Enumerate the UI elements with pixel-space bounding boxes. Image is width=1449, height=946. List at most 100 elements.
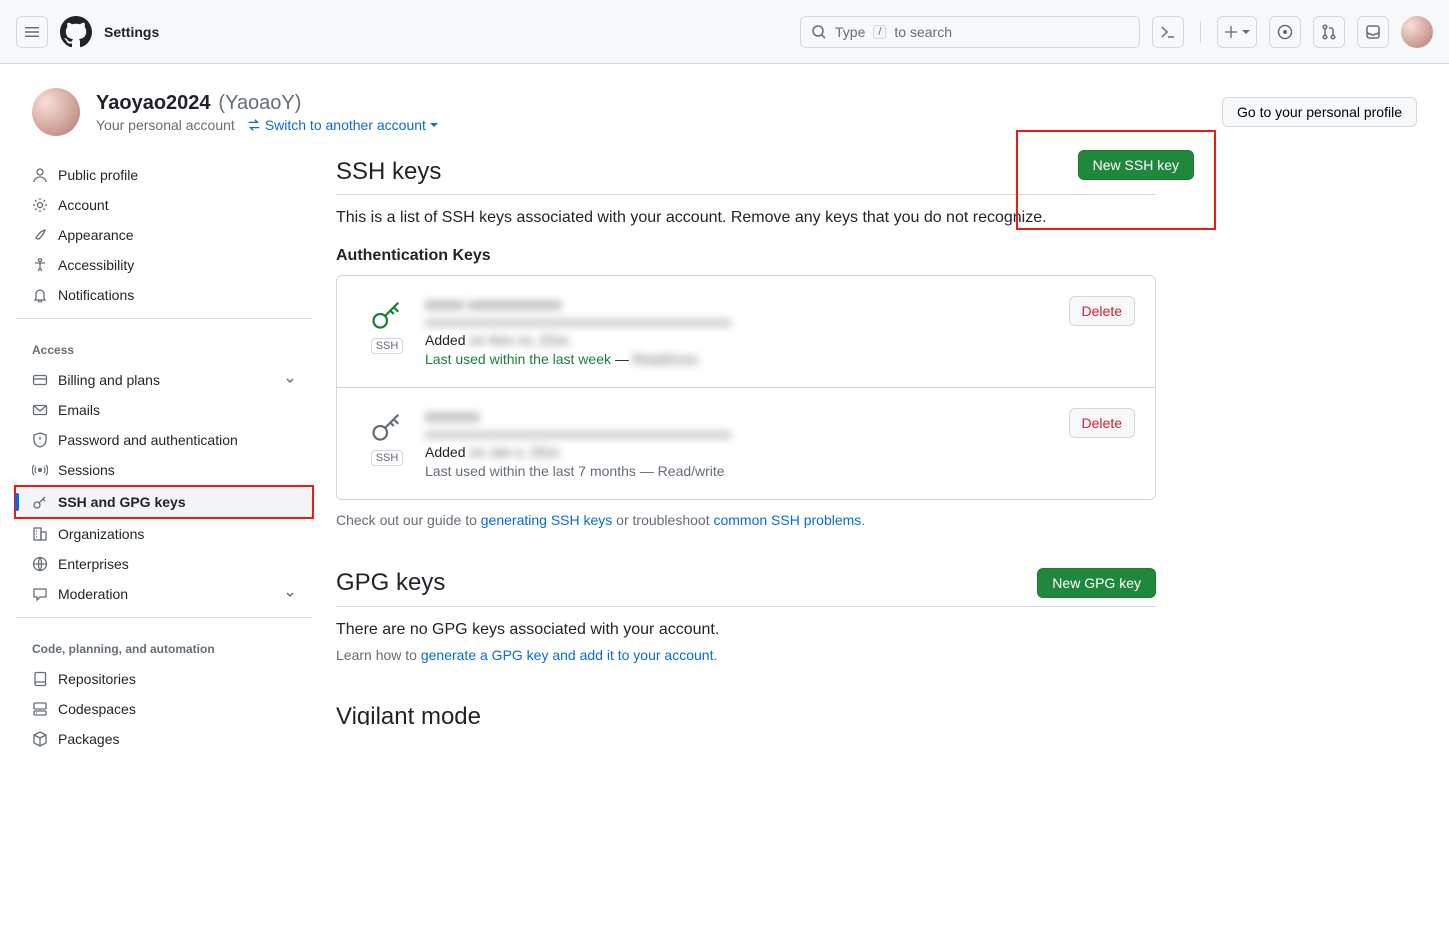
user-avatar[interactable] (1401, 16, 1433, 48)
sidebar-item-repositories[interactable]: Repositories (16, 664, 312, 694)
search-icon (811, 24, 827, 40)
account-display-name: Yaoyao2024 (96, 92, 211, 114)
new-ssh-key-button[interactable]: New SSH key (1078, 150, 1194, 180)
terminal-icon (1160, 24, 1176, 40)
comment-icon (32, 586, 48, 602)
search-placeholder-prefix: Type (835, 24, 865, 40)
chevron-down-icon (284, 588, 296, 600)
helper-prefix: Check out our guide to (336, 512, 481, 528)
gpg-keys-title: GPG keys (336, 569, 1037, 597)
issues-button[interactable] (1269, 16, 1301, 48)
sidebar-item-label: Moderation (58, 586, 128, 602)
sidebar-item-billing[interactable]: Billing and plans (16, 365, 312, 395)
notifications-button[interactable] (1357, 16, 1389, 48)
account-type-label: Your personal account (96, 117, 235, 133)
gear-icon (32, 197, 48, 213)
sidebar-item-label: Public profile (58, 167, 138, 183)
sidebar-divider (16, 318, 312, 319)
person-icon (32, 167, 48, 183)
key-last-used: Last used within the last week (425, 351, 611, 367)
sidebar-item-label: Billing and plans (58, 372, 160, 388)
key-added-prefix: Added (425, 332, 465, 348)
switch-icon (247, 118, 261, 132)
create-new-button[interactable] (1217, 16, 1257, 48)
sidebar-item-codespaces[interactable]: Codespaces (16, 694, 312, 724)
shield-icon (32, 432, 48, 448)
generating-ssh-keys-link[interactable]: generating SSH keys (481, 512, 613, 528)
highlight-box-new-ssh: New SSH key (1016, 130, 1216, 230)
generate-gpg-key-link[interactable]: generate a GPG key and add it to your ac… (421, 647, 714, 663)
key-dash: — (611, 351, 633, 367)
sidebar-item-appearance[interactable]: Appearance (16, 220, 312, 250)
delete-key-button[interactable]: Delete (1069, 296, 1135, 326)
ssh-key-row: SSH xxxxx xxxxxxxxxxxx xxxxxxxxxxxxxxxxx… (337, 276, 1155, 387)
github-icon (60, 16, 92, 48)
sidebar-item-account[interactable]: Account (16, 190, 312, 220)
sidebar-item-label: Emails (58, 402, 100, 418)
sidebar-item-label: Repositories (58, 671, 136, 687)
sidebar-item-password[interactable]: Password and authentication (16, 425, 312, 455)
pull-request-icon (1321, 24, 1337, 40)
globe-icon (32, 556, 48, 572)
switch-account-label: Switch to another account (265, 117, 426, 133)
package-icon (32, 731, 48, 747)
key-fingerprint: xxxxxxxxxxxxxxxxxxxxxxxxxxxxxxxxxxxxxxxx… (425, 427, 1051, 441)
sidebar-group-access: Access (16, 327, 312, 365)
search-placeholder-suffix: to search (894, 24, 952, 40)
sidebar-divider (16, 617, 312, 618)
search-input[interactable]: Type / to search (800, 16, 1140, 48)
sidebar-item-label: Appearance (58, 227, 134, 243)
sidebar-item-label: Accessibility (58, 257, 134, 273)
search-key-hint: / (873, 25, 886, 39)
sidebar-item-sessions[interactable]: Sessions (16, 455, 312, 485)
common-ssh-problems-link[interactable]: common SSH problems (713, 512, 861, 528)
vigilant-mode-title: Vigilant mode (336, 703, 1156, 725)
sidebar-item-notifications[interactable]: Notifications (16, 280, 312, 310)
delete-key-button[interactable]: Delete (1069, 408, 1135, 438)
sidebar-item-enterprises[interactable]: Enterprises (16, 549, 312, 579)
sidebar-item-moderation[interactable]: Moderation (16, 579, 312, 609)
key-fingerprint: xxxxxxxxxxxxxxxxxxxxxxxxxxxxxxxxxxxxxxxx… (425, 315, 1051, 329)
key-last-used: Last used within the last 7 months — Rea… (425, 463, 1051, 479)
account-header: Yaoyao2024 (YaoaoY) Your personal accoun… (0, 64, 1449, 152)
bell-icon (32, 287, 48, 303)
key-icon (32, 494, 48, 510)
credit-card-icon (32, 372, 48, 388)
sidebar-item-accessibility[interactable]: Accessibility (16, 250, 312, 280)
gpg-learn-suffix: . (713, 647, 717, 663)
gpg-section-header: GPG keys New GPG key (336, 568, 1156, 607)
ssh-tag: SSH (371, 338, 404, 354)
hamburger-icon (24, 24, 40, 40)
sidebar-item-label: Sessions (58, 462, 115, 478)
sidebar-item-emails[interactable]: Emails (16, 395, 312, 425)
highlight-box-sidebar: SSH and GPG keys (14, 485, 314, 519)
sidebar-item-ssh-gpg-keys[interactable]: SSH and GPG keys (16, 487, 312, 517)
gpg-learn-prefix: Learn how to (336, 647, 421, 663)
gpg-empty-text: There are no GPG keys associated with yo… (336, 621, 1156, 639)
page-context-label: Settings (104, 24, 159, 40)
command-palette-button[interactable] (1152, 16, 1184, 48)
mail-icon (32, 402, 48, 418)
codespace-icon (32, 701, 48, 717)
account-handle: (YaoaoY) (218, 92, 301, 114)
inbox-icon (1365, 24, 1381, 40)
go-to-profile-button[interactable]: Go to your personal profile (1222, 97, 1417, 127)
pull-requests-button[interactable] (1313, 16, 1345, 48)
key-name: xxxxxxx (425, 408, 1051, 424)
sidebar-item-organizations[interactable]: Organizations (16, 519, 312, 549)
sidebar-item-label: Account (58, 197, 109, 213)
github-logo[interactable] (60, 16, 92, 48)
sidebar-item-packages[interactable]: Packages (16, 724, 312, 754)
main-content: SSH keys New SSH key This is a list of S… (336, 152, 1156, 725)
sidebar-item-label: Organizations (58, 526, 144, 542)
ssh-tag: SSH (371, 450, 404, 466)
new-gpg-key-button[interactable]: New GPG key (1037, 568, 1156, 598)
helper-suffix: . (861, 512, 865, 528)
chevron-down-icon (284, 374, 296, 386)
switch-account-link[interactable]: Switch to another account (247, 117, 438, 133)
profile-avatar[interactable] (32, 88, 80, 136)
menu-button[interactable] (16, 16, 48, 48)
sidebar-item-public-profile[interactable]: Public profile (16, 160, 312, 190)
brush-icon (32, 227, 48, 243)
gpg-helper-text: Learn how to generate a GPG key and add … (336, 647, 1156, 663)
